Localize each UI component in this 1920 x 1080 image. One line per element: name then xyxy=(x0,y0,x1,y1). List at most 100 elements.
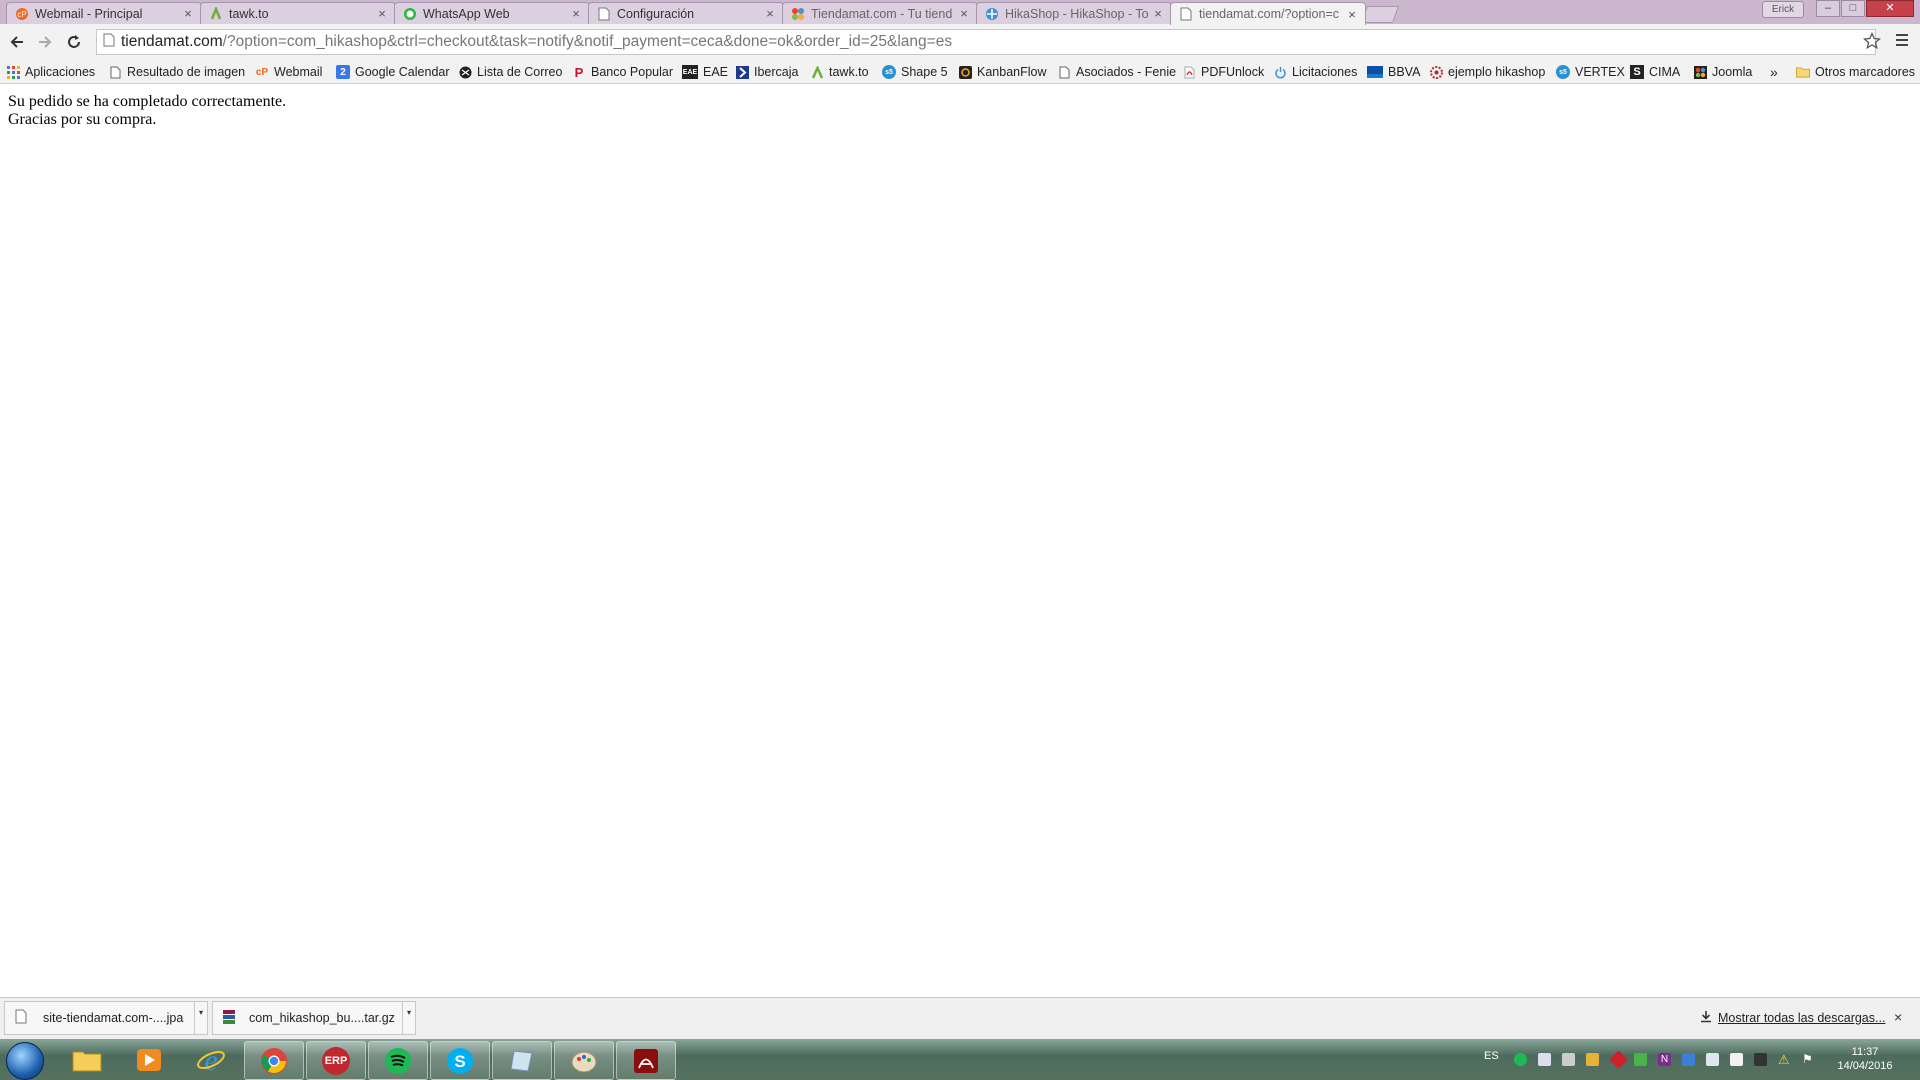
tray-app-icon[interactable] xyxy=(1586,1053,1599,1066)
tab-configuracion[interactable]: Configuración × xyxy=(588,2,784,24)
bookmark-label: Lista de Correo xyxy=(477,65,563,79)
bookmark-tawk[interactable]: tawk.to xyxy=(810,64,869,80)
taskbar-explorer[interactable] xyxy=(58,1041,116,1078)
tab-hikashop[interactable]: HikaShop - HikaShop - To × xyxy=(976,2,1172,24)
tray-network-icon[interactable] xyxy=(1754,1053,1767,1066)
url-path: /?option=com_hikashop&ctrl=checkout&task… xyxy=(222,33,953,50)
minimize-button[interactable]: – xyxy=(1816,0,1840,17)
tab-close-icon[interactable]: × xyxy=(181,6,195,21)
bookmark-kanbanflow[interactable]: KanbanFlow xyxy=(958,64,1047,80)
taskbar-spotify[interactable] xyxy=(368,1041,428,1080)
taskbar-skype[interactable]: S xyxy=(430,1041,490,1080)
action-center-flag-icon[interactable]: ⚑ xyxy=(1802,1053,1815,1066)
power-icon xyxy=(1273,65,1287,79)
tab-tawk[interactable]: tawk.to × xyxy=(200,2,396,24)
tab-close-icon[interactable]: × xyxy=(569,6,583,21)
show-all-downloads-link[interactable]: Mostrar todas las descargas... xyxy=(1700,1010,1885,1026)
bookmark-star-icon[interactable] xyxy=(1862,31,1882,55)
profile-button[interactable]: Erick xyxy=(1762,1,1804,18)
bookmark-label: PDFUnlock xyxy=(1201,65,1265,79)
taskbar-erp[interactable]: ERP xyxy=(306,1041,366,1080)
bookmark-pdfunlock[interactable]: PDFUnlock xyxy=(1182,64,1264,80)
download-filename: com_hikashop_bu....tar.gz xyxy=(249,1011,395,1025)
bookmark-resultado-imagen[interactable]: Resultado de imagen xyxy=(108,64,245,80)
clock[interactable]: 11:37 14/04/2016 xyxy=(1830,1045,1900,1073)
reload-icon xyxy=(68,35,80,48)
tray-green-icon[interactable] xyxy=(1634,1053,1647,1066)
download-icon xyxy=(1700,1010,1712,1026)
volume-icon[interactable] xyxy=(1538,1053,1551,1066)
download-item-jpa[interactable]: site-tiendamat.com-....jpa ▾ xyxy=(4,1001,208,1035)
bookmark-joomla[interactable]: Joomla xyxy=(1693,64,1752,80)
bookmark-shape5[interactable]: s5 Shape 5 xyxy=(882,64,948,80)
bookmark-ibercaja[interactable]: Ibercaja xyxy=(735,64,798,80)
tab-close-icon[interactable]: × xyxy=(375,6,389,21)
calendar-icon: 2 xyxy=(336,65,350,79)
bookmark-label: tawk.to xyxy=(829,65,869,79)
start-button-windows-icon[interactable] xyxy=(6,1042,44,1080)
bookmark-lista-correo[interactable]: Lista de Correo xyxy=(458,64,562,80)
tray-blue-grid-icon[interactable] xyxy=(1682,1053,1695,1066)
internet-explorer-icon: e xyxy=(197,1045,225,1075)
forward-button[interactable] xyxy=(34,31,56,53)
chevron-down-icon[interactable]: ▾ xyxy=(194,1002,207,1034)
hikashop-icon xyxy=(985,7,999,21)
clock-time: 11:37 xyxy=(1851,1046,1879,1058)
bookmarks-overflow-chevron-icon[interactable]: » xyxy=(1770,64,1778,80)
bookmark-bbva[interactable]: BBVA xyxy=(1367,64,1420,80)
bookmark-vertex[interactable]: s5 VERTEX xyxy=(1556,64,1625,80)
page-icon xyxy=(1179,7,1193,21)
tray-display-icon[interactable] xyxy=(1706,1053,1719,1066)
chevron-down-icon[interactable]: ▾ xyxy=(402,1002,415,1034)
bookmark-ejemplo-hikashop[interactable]: ejemplo hikashop xyxy=(1429,64,1545,80)
skype-icon: S xyxy=(447,1047,473,1074)
tray-white-icon[interactable] xyxy=(1730,1053,1743,1066)
bookmark-eae[interactable]: EAE EAE xyxy=(682,64,728,80)
paint-icon xyxy=(571,1051,597,1072)
arrow-right-icon xyxy=(39,36,52,48)
taskbar-media-player[interactable] xyxy=(120,1041,178,1078)
close-window-button[interactable]: ✕ xyxy=(1866,0,1914,17)
onenote-icon[interactable]: N xyxy=(1658,1053,1671,1066)
acrobat-icon xyxy=(634,1048,658,1073)
tab-active-order-notify[interactable]: tiendamat.com/?option=c × xyxy=(1170,2,1366,25)
download-item-targz[interactable]: com_hikashop_bu....tar.gz ▾ xyxy=(212,1001,416,1035)
warning-icon[interactable]: ⚠ xyxy=(1778,1053,1791,1066)
bookmark-licitaciones[interactable]: Licitaciones xyxy=(1273,64,1357,80)
tab-tiendamat[interactable]: Tiendamat.com - Tu tiend × xyxy=(782,2,978,24)
tab-close-icon[interactable]: × xyxy=(763,6,777,21)
tab-close-icon[interactable]: × xyxy=(957,6,971,21)
tray-red-diamond-icon[interactable] xyxy=(1609,1050,1628,1069)
taskbar-acrobat[interactable] xyxy=(616,1041,676,1080)
taskbar-internet-explorer[interactable]: e xyxy=(182,1041,240,1078)
other-bookmarks[interactable]: Otros marcadores xyxy=(1796,64,1915,80)
taskbar-notes[interactable] xyxy=(492,1041,552,1080)
erp-icon: ERP xyxy=(322,1046,350,1075)
maximize-button[interactable]: □ xyxy=(1841,0,1865,17)
bookmark-google-calendar[interactable]: 2 Google Calendar xyxy=(336,64,450,80)
shape5-icon: s5 xyxy=(882,65,896,79)
bookmark-banco-popular[interactable]: P Banco Popular xyxy=(572,64,673,80)
new-tab-button[interactable] xyxy=(1360,6,1400,23)
address-bar[interactable]: tiendamat.com/?option=com_hikashop&ctrl=… xyxy=(96,29,1876,55)
bookmark-webmail[interactable]: cP Webmail xyxy=(255,64,323,80)
bookmark-label: Otros marcadores xyxy=(1815,65,1916,79)
bookmark-asociados-fenie[interactable]: Asociados - Fenie xyxy=(1057,64,1176,80)
spotify-tray-icon[interactable] xyxy=(1514,1053,1527,1066)
input-language[interactable]: ES xyxy=(1484,1050,1499,1062)
reload-button[interactable] xyxy=(63,31,85,53)
tab-webmail[interactable]: cP Webmail - Principal × xyxy=(6,2,202,24)
printer-icon[interactable] xyxy=(1562,1053,1575,1066)
bookmark-aplicaciones[interactable]: Aplicaciones xyxy=(6,64,95,80)
bookmark-cima[interactable]: S CIMA xyxy=(1630,64,1680,80)
close-download-shelf-icon[interactable]: × xyxy=(1894,1009,1902,1025)
chrome-icon xyxy=(261,1047,287,1074)
taskbar-paint[interactable] xyxy=(554,1041,614,1080)
chrome-menu-icon[interactable] xyxy=(1894,32,1910,53)
taskbar-chrome[interactable] xyxy=(244,1041,304,1080)
tab-whatsapp[interactable]: WhatsApp Web × xyxy=(394,2,590,24)
back-button[interactable] xyxy=(6,31,28,53)
tab-close-icon[interactable]: × xyxy=(1151,6,1165,21)
tab-close-icon[interactable]: × xyxy=(1345,7,1359,22)
bookmarks-bar: Aplicaciones Resultado de imagen cP Webma… xyxy=(0,60,1920,84)
